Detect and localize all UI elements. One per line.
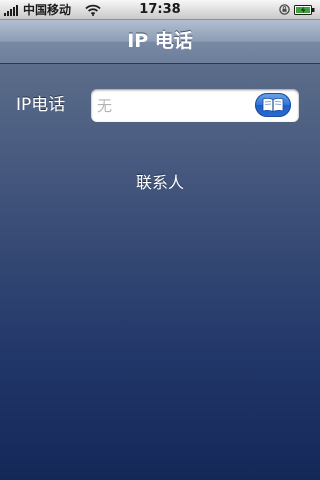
ip-phone-input[interactable] (97, 89, 252, 122)
rotation-lock-icon (279, 4, 290, 15)
contacts-link[interactable]: 联系人 (0, 172, 320, 194)
phone-screen: 中国移动 17:38 IP 电话 IP电话 无 联系人 (0, 0, 320, 480)
status-bar: 中国移动 17:38 (0, 0, 320, 20)
ip-phone-label: IP电话 (16, 95, 66, 115)
navigation-bar: IP 电话 (0, 20, 320, 64)
page-title: IP 电话 (127, 30, 193, 52)
address-book-icon (262, 97, 284, 112)
settings-content: IP电话 联系人 (0, 64, 320, 480)
address-book-button[interactable] (255, 93, 291, 117)
ip-phone-field[interactable] (91, 89, 299, 122)
battery-icon (294, 5, 315, 15)
status-time: 17:38 (139, 2, 181, 17)
